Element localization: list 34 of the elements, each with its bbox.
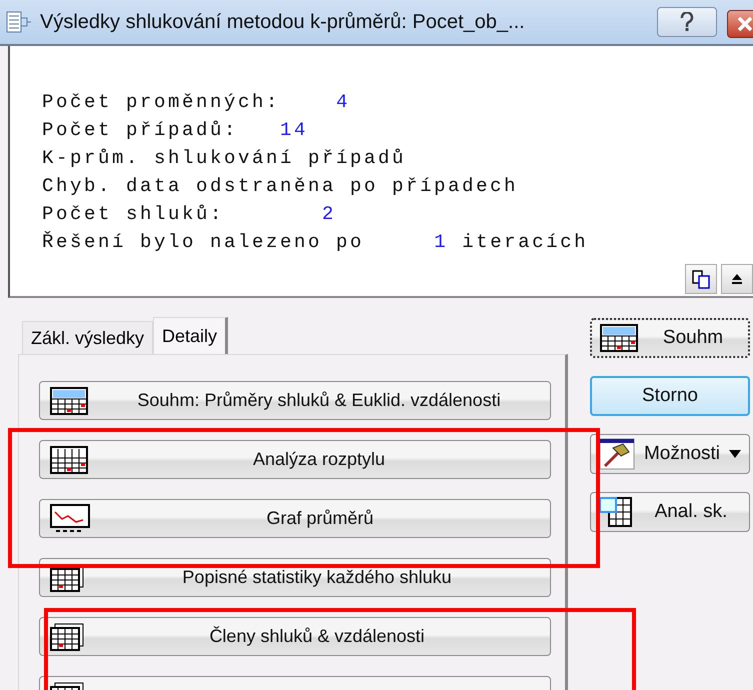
up-arrow-icon (731, 272, 743, 286)
copy-icon (691, 269, 711, 289)
collapse-button[interactable] (721, 264, 753, 294)
table-chart-icon (599, 496, 633, 528)
tab[interactable]: Detaily (153, 317, 228, 354)
result-button[interactable]: Analýza rozptylu (39, 440, 551, 479)
copy-button[interactable] (685, 264, 717, 294)
output-line: Počet shluků: 2 (42, 202, 338, 227)
side-button[interactable]: Anal. sk. (590, 492, 750, 532)
hammer-icon (599, 438, 635, 470)
app-icon (6, 10, 32, 34)
help-icon (680, 12, 694, 32)
output-line: Chyb. data odstraněna po případech (42, 174, 520, 199)
output-line: Počet proměnných: 4 (42, 90, 352, 115)
close-icon (736, 16, 753, 32)
summary-table-icon (600, 324, 638, 352)
help-button[interactable] (657, 7, 717, 37)
table-stack-icon (50, 622, 84, 650)
line-graph-icon (50, 504, 90, 534)
tab[interactable]: Zákl. výsledky (22, 321, 154, 354)
summary-table-icon (50, 386, 88, 414)
side-button[interactable]: Souhm (590, 318, 750, 358)
output-line: K-prům. shlukování případů (42, 146, 408, 171)
side-button[interactable]: Možnosti (590, 434, 750, 474)
result-button[interactable]: Popisné statistiky každého shluku (39, 558, 551, 597)
window-title: Výsledky shlukování metodou k-průměrů: Pocet_ob_... (40, 10, 526, 34)
output-line: Počet případů: 14 (42, 118, 310, 143)
result-button[interactable]: Graf průměrů (39, 499, 551, 538)
result-button[interactable]: Členy shluků & vzdálenosti (39, 617, 551, 656)
table-icon (50, 446, 88, 474)
dropdown-caret-icon (729, 450, 741, 458)
result-button[interactable]: Souhm: Průměry shluků & Euklid. vzdálenosti (39, 381, 551, 420)
output-line: Řešení bylo nalezeno po 1 iteracích (42, 230, 590, 255)
side-button[interactable]: Storno (590, 376, 750, 416)
